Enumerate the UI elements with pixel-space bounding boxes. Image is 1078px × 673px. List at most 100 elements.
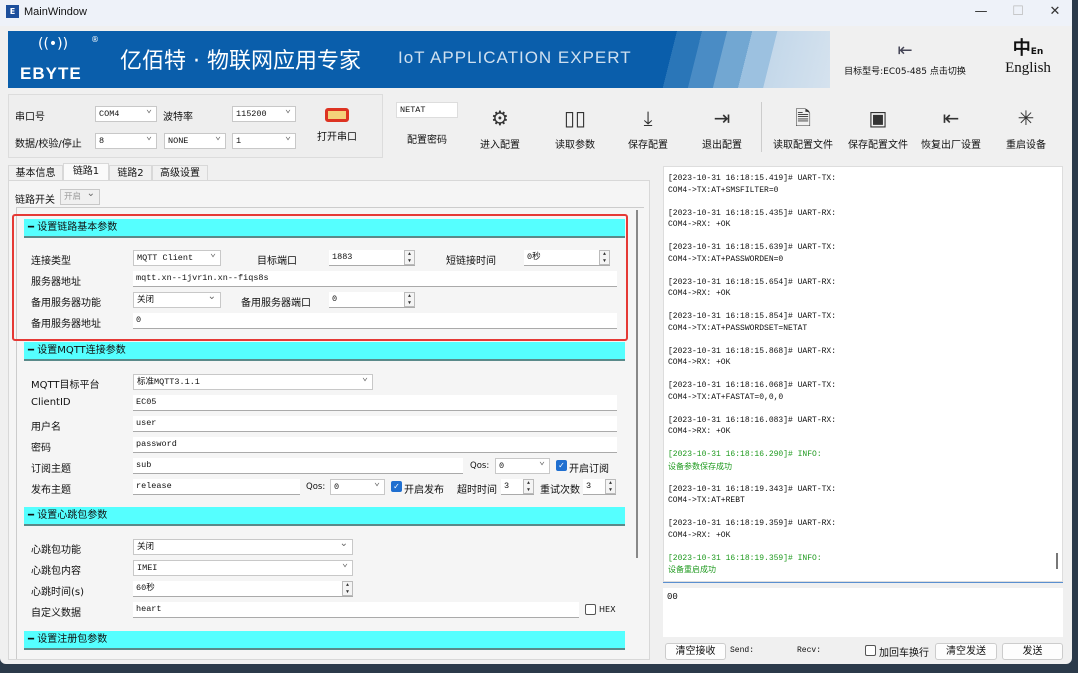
exit-config-button[interactable]: ⇥ 退出配置 <box>686 104 758 151</box>
log-message: COM4->TX:AT+SMSFILTER=0 <box>668 185 779 195</box>
switch-icon: ⇤ <box>897 40 913 61</box>
clientid-input[interactable]: EC05 <box>133 395 617 411</box>
log-entry: [2023-10-31 16:18:16.068]# UART-TX: COM4-… <box>668 380 1062 403</box>
heartbeat-func-label: 心跳包功能 <box>31 545 81 556</box>
section-title: 设置MQTT连接参数 <box>37 345 126 356</box>
tab-advanced[interactable]: 高级设置 <box>152 165 208 181</box>
heartbeat-func-select[interactable]: 关闭 <box>133 539 353 555</box>
log-timestamp: [2023-10-31 16:18:15.854]# UART-TX: <box>668 312 837 321</box>
section-heartbeat: ━ 设置心跳包参数 <box>24 507 625 526</box>
config-password-label: 配置密码 <box>407 135 447 146</box>
crlf-label: 加回车换行 <box>879 648 929 659</box>
username-label: 用户名 <box>31 422 61 433</box>
spin-arrows-icon[interactable]: ▲ ▼ <box>523 479 534 494</box>
clear-send-button[interactable]: 清空发送 <box>935 643 997 660</box>
toolbar-label: 退出配置 <box>702 140 742 151</box>
log-message: COM4->RX: +OK <box>668 289 731 298</box>
send-button[interactable]: 发送 <box>1002 643 1063 660</box>
tab-basic-info[interactable]: 基本信息 <box>8 165 63 181</box>
download-icon: ⤓ <box>643 106 653 130</box>
log-timestamp: [2023-10-31 16:18:16.068]# UART-TX: <box>668 381 837 390</box>
log-message: COM4->TX:AT+PASSWORDSET=NETAT <box>668 323 808 333</box>
sub-qos-select[interactable]: 0 <box>495 458 550 474</box>
read-config-file-button[interactable]: 🗎 读取配置文件 <box>767 104 839 151</box>
toolbar-label: 读取参数 <box>555 140 595 151</box>
section-mqtt: ━ 设置MQTT连接参数 <box>24 342 625 361</box>
language-label: English <box>1005 60 1051 76</box>
sub-topic-label: 订阅主题 <box>31 464 71 475</box>
save-config-button[interactable]: ⤓ 保存配置 <box>612 104 684 151</box>
timeout-label: 超时时间 <box>457 485 497 496</box>
tab-link1[interactable]: 链路1 <box>63 163 109 181</box>
restart-device-button[interactable]: ✳ 重启设备 <box>990 104 1062 151</box>
open-port-button[interactable]: 打开串口 <box>307 108 367 143</box>
scrollbar[interactable] <box>636 210 638 558</box>
log-scrollbar[interactable] <box>1056 553 1058 569</box>
sub-topic-input[interactable]: sub <box>133 458 463 474</box>
password-input[interactable]: password <box>133 437 617 453</box>
registered-icon: ® <box>91 35 99 44</box>
log-message: COM4->RX: +OK <box>668 427 731 436</box>
pub-enable-checkbox[interactable]: ✓ <box>391 481 402 492</box>
spin-arrows-icon[interactable]: ▲ ▼ <box>605 479 616 494</box>
retry-spinner[interactable]: 3 ▲ ▼ <box>583 479 616 495</box>
log-message: COM4->RX: +OK <box>668 358 731 367</box>
username-input[interactable]: user <box>133 416 617 432</box>
parity-select[interactable]: NONE <box>164 133 226 149</box>
platform-select[interactable]: 标准MQTT3.1.1 <box>133 374 373 390</box>
close-button[interactable]: ✕ <box>1040 3 1070 21</box>
recv-count: Recv: <box>797 646 822 655</box>
baud-select[interactable]: 115200 <box>232 106 296 122</box>
factory-reset-button[interactable]: ⇤ 恢复出厂设置 <box>915 104 987 151</box>
sub-enable-checkbox[interactable]: ✓ <box>556 460 567 471</box>
log-entry: [2023-10-31 16:18:19.343]# UART-TX: COM4-… <box>668 484 1062 507</box>
timeout-spinner[interactable]: 3 ▲ ▼ <box>501 479 534 495</box>
retry-label: 重试次数 <box>540 485 580 496</box>
minimize-button[interactable]: — <box>966 3 996 21</box>
banner: ((•)) ® EBYTE 亿佰特 · 物联网应用专家 IoT APPLICAT… <box>8 31 830 88</box>
toolbar-label: 进入配置 <box>480 140 520 151</box>
pub-topic-input[interactable]: release <box>133 479 300 495</box>
log-timestamp: [2023-10-31 16:18:15.639]# UART-TX: <box>668 243 837 252</box>
log-timestamp: [2023-10-31 16:18:19.343]# UART-TX: <box>668 484 837 494</box>
log-message: 设备参数保存成功 <box>668 461 732 471</box>
log-timestamp: [2023-10-31 16:18:15.654]# UART-RX: <box>668 277 837 287</box>
send-input[interactable]: 00 <box>663 588 1063 637</box>
log-timestamp: [2023-10-31 16:18:16.083]# UART-RX: <box>668 415 837 425</box>
save-config-file-button[interactable]: ▣ 保存配置文件 <box>842 104 914 151</box>
data-bits-select[interactable]: 8 <box>95 133 157 149</box>
toolbar-label: 保存配置 <box>628 140 668 151</box>
log-entry: [2023-10-31 16:18:16.290]# INFO: 设备参数保存成功 <box>668 449 1062 472</box>
port-select[interactable]: COM4 <box>95 106 157 122</box>
gear-icon: ⚙ <box>491 106 509 130</box>
crlf-checkbox[interactable] <box>865 645 876 656</box>
log-message: 设备重启成功 <box>668 565 716 574</box>
log-message: COM4->TX:AT+REBT <box>668 496 745 505</box>
target-model-button[interactable]: ⇤ 目标型号:EC05-485 点击切换 <box>825 40 985 77</box>
log-output[interactable]: [2023-10-31 16:18:15.419]# UART-TX: COM4-… <box>663 166 1063 582</box>
language-button[interactable]: 中En English <box>995 34 1061 77</box>
save-icon: ▣ <box>868 106 888 130</box>
spin-arrows-icon[interactable]: ▲ ▼ <box>342 581 353 596</box>
custom-data-input[interactable]: heart <box>133 602 579 618</box>
pub-qos-select[interactable]: 0 <box>330 479 385 495</box>
log-timestamp: [2023-10-31 16:18:19.359]# UART-RX: <box>668 519 837 528</box>
enter-config-button[interactable]: ⚙ 进入配置 <box>464 104 536 151</box>
heartbeat-content-select[interactable]: IMEI <box>133 560 353 576</box>
link-switch-select[interactable]: 开启 <box>60 189 100 205</box>
hex-checkbox[interactable] <box>585 604 596 615</box>
port-label: 串口号 <box>15 112 45 123</box>
stop-bits-select[interactable]: 1 <box>232 133 296 149</box>
clear-receive-button[interactable]: 清空接收 <box>665 643 726 660</box>
tab-link2[interactable]: 链路2 <box>109 165 152 181</box>
loading-icon: ✳ <box>1017 106 1035 130</box>
log-timestamp: [2023-10-31 16:18:15.435]# UART-RX: <box>668 208 837 218</box>
hex-label: HEX <box>599 605 616 614</box>
read-params-button[interactable]: ▯▯ 读取参数 <box>539 104 611 151</box>
config-password-input[interactable]: NETAT <box>396 102 458 118</box>
sub-enable-label: 开启订阅 <box>569 464 609 475</box>
log-message: COM4->TX:AT+FASTAT=0,0,0 <box>668 392 784 402</box>
log-message: COM4->TX:AT+PASSWORDEN=0 <box>668 254 784 264</box>
heartbeat-time-spinner[interactable]: 60秒 ▲ ▼ <box>133 581 353 597</box>
maximize-button[interactable]: ☐ <box>1003 3 1033 21</box>
